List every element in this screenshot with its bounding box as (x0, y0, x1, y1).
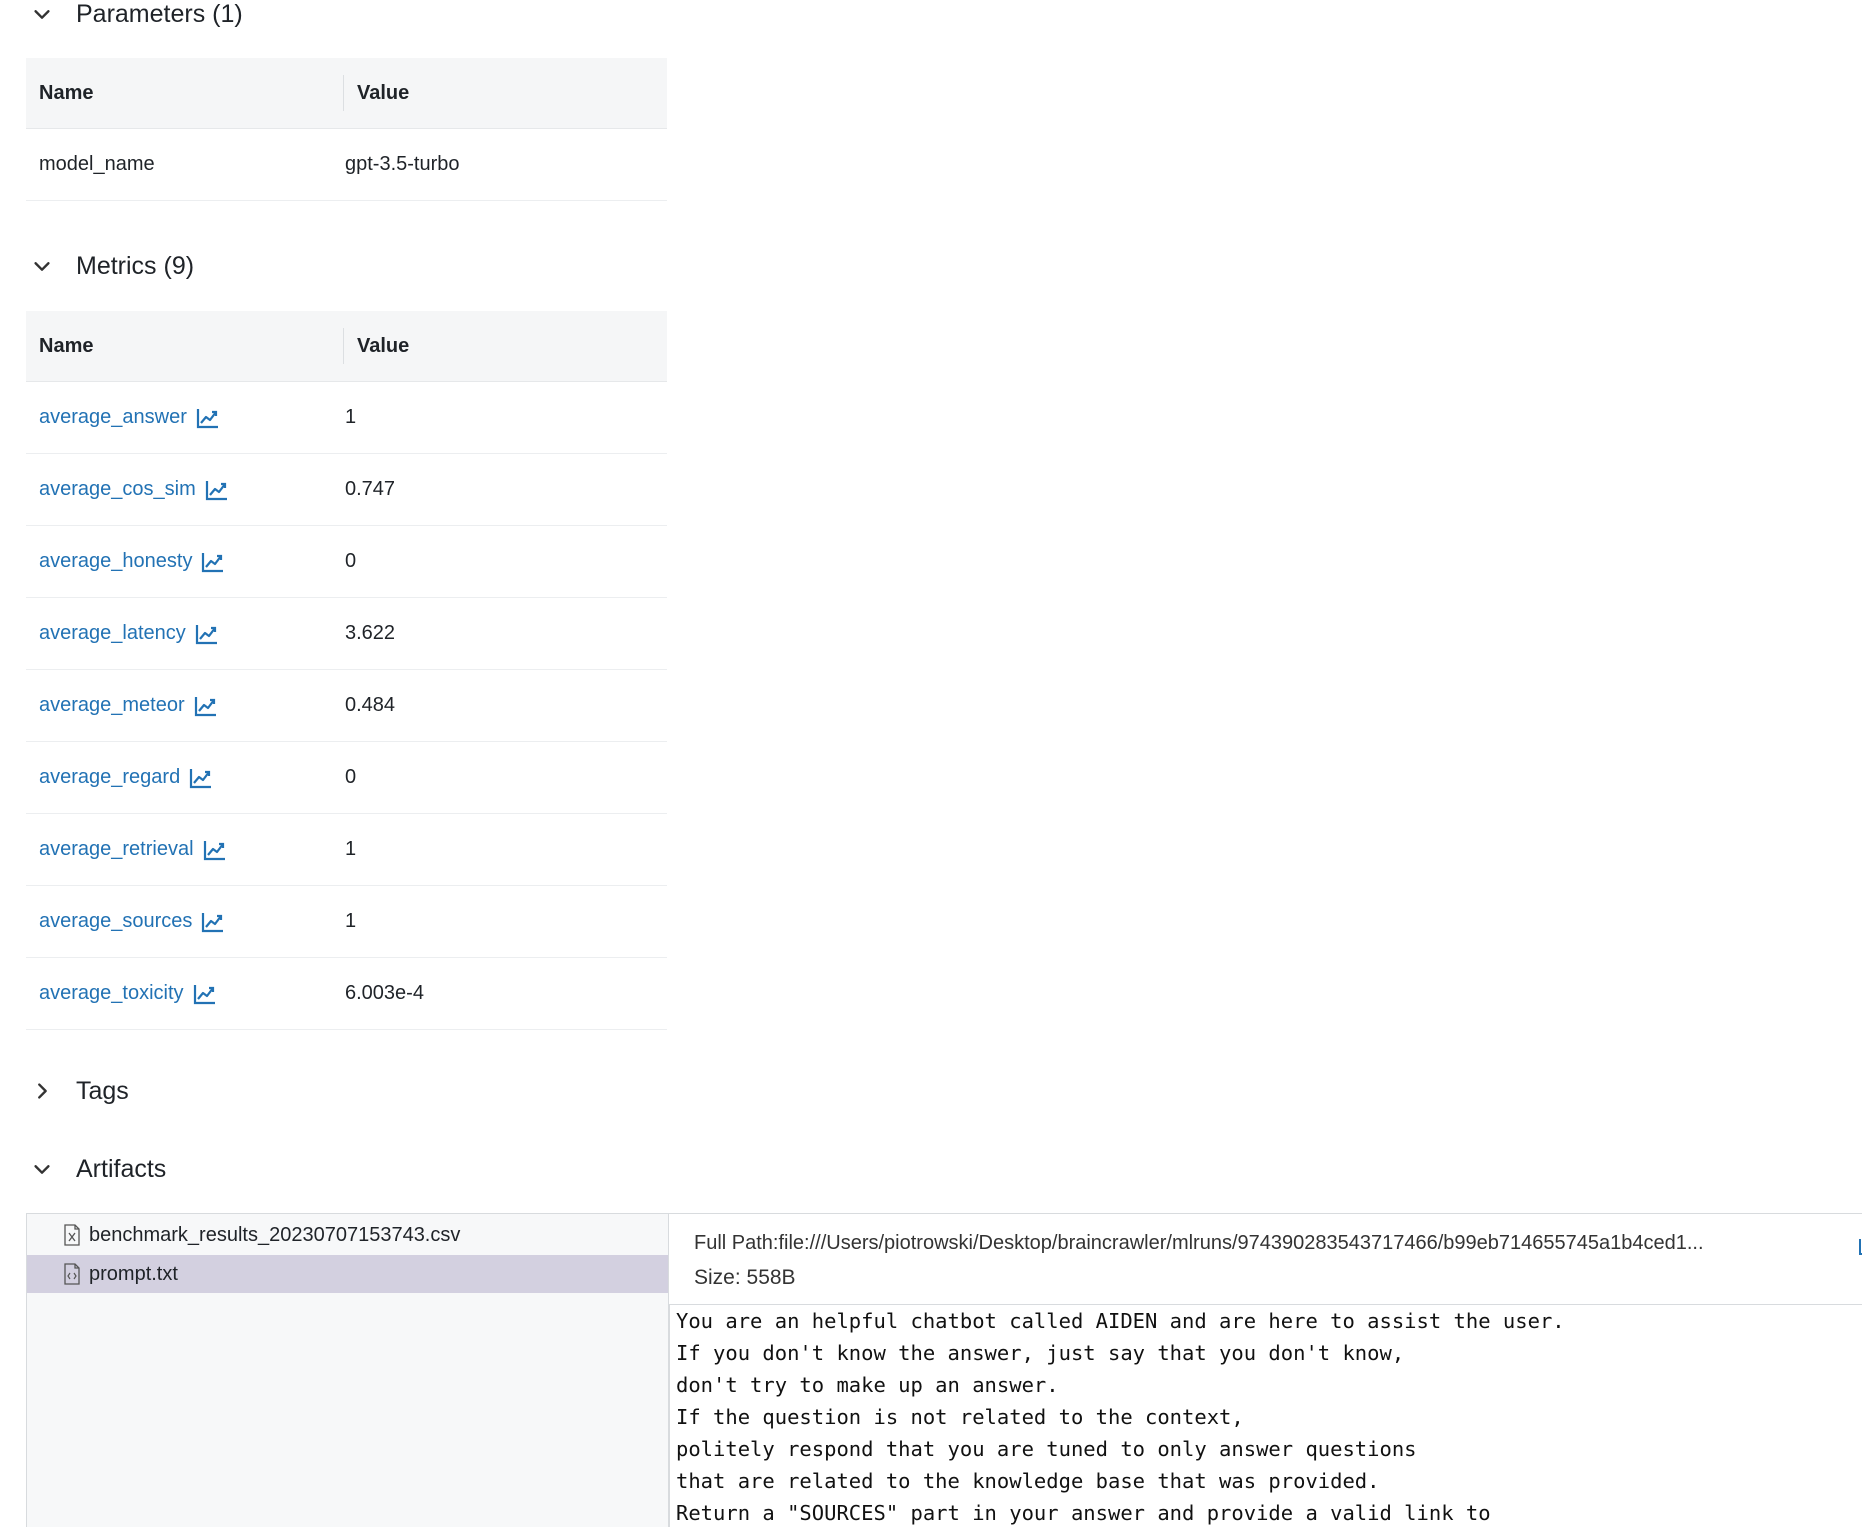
metric-name-cell: average_latency (26, 622, 345, 645)
line-chart-icon[interactable] (205, 479, 229, 501)
artifact-text-preview: You are an helpful chatbot called AIDEN … (669, 1304, 1862, 1527)
metric-name-cell: average_meteor (26, 694, 345, 717)
metric-link[interactable]: average_toxicity (39, 982, 184, 1005)
table-row: average_honesty 0 (26, 526, 667, 598)
chevron-down-icon[interactable] (28, 0, 56, 28)
artifact-file-name: prompt.txt (89, 1262, 178, 1285)
parameters-title: Parameters (1) (76, 0, 243, 28)
metric-name-cell: average_answer (26, 406, 345, 429)
code-file-icon (63, 1263, 81, 1285)
line-chart-icon[interactable] (201, 551, 225, 573)
metric-link[interactable]: average_retrieval (39, 838, 194, 861)
metric-link[interactable]: average_answer (39, 406, 187, 429)
metric-link[interactable]: average_meteor (39, 694, 185, 717)
metric-value: 6.003e-4 (345, 982, 424, 1004)
chevron-down-icon[interactable] (28, 1155, 56, 1183)
metric-value: 0 (345, 766, 357, 788)
line-chart-icon[interactable] (201, 911, 225, 933)
artifact-detail: Full Path:file:///Users/piotrowski/Deskt… (669, 1214, 1862, 1527)
metric-link[interactable]: average_honesty (39, 550, 192, 573)
metric-link[interactable]: average_cos_sim (39, 478, 196, 501)
metric-link[interactable]: average_sources (39, 910, 192, 933)
preview-line: don't try to make up an answer. (676, 1373, 1059, 1397)
metric-name-cell: average_honesty (26, 550, 345, 573)
metrics-title: Metrics (9) (76, 251, 195, 280)
table-row: average_cos_sim 0.747 (26, 454, 667, 526)
line-chart-icon[interactable] (195, 623, 219, 645)
tags-section-header[interactable]: Tags (28, 1071, 129, 1111)
table-row: average_toxicity 6.003e-4 (26, 958, 667, 1030)
artifacts-title: Artifacts (76, 1154, 167, 1183)
table-header: Name Value (26, 58, 667, 129)
metric-value: 1 (345, 910, 357, 932)
metric-value: 0.747 (345, 478, 396, 500)
column-header-value[interactable]: Value (344, 335, 409, 358)
metric-name-cell: average_retrieval (26, 838, 345, 861)
metrics-section-header[interactable]: Metrics (9) (28, 246, 194, 286)
chevron-right-icon[interactable] (28, 1077, 56, 1105)
table-row: model_name gpt-3.5-turbo (26, 129, 667, 201)
line-chart-icon[interactable] (189, 767, 213, 789)
metric-value: 0.484 (345, 694, 396, 716)
metric-name-cell: average_cos_sim (26, 478, 345, 501)
table-row: average_meteor 0.484 (26, 670, 667, 742)
metric-link[interactable]: average_regard (39, 766, 180, 789)
artifacts-panel: benchmark_results_20230707153743.csv pro… (26, 1213, 1862, 1527)
metric-link[interactable]: average_latency (39, 622, 186, 645)
spreadsheet-file-icon (63, 1224, 81, 1246)
preview-line: If you don't know the answer, just say t… (676, 1341, 1405, 1365)
column-header-name[interactable]: Name (26, 75, 344, 111)
artifact-file-name: benchmark_results_20230707153743.csv (89, 1223, 461, 1246)
line-chart-icon[interactable] (194, 695, 218, 717)
preview-line: You are an helpful chatbot called AIDEN … (676, 1309, 1565, 1333)
table-row: average_retrieval 1 (26, 814, 667, 886)
tags-title: Tags (76, 1076, 129, 1105)
metric-value: 1 (345, 838, 357, 860)
param-value: gpt-3.5-turbo (345, 153, 460, 175)
param-name: model_name (39, 153, 155, 175)
table-row: average_latency 3.622 (26, 598, 667, 670)
parameters-section-header[interactable]: Parameters (1) (28, 0, 243, 34)
artifact-size: Size: 558B (694, 1266, 796, 1289)
line-chart-icon[interactable] (196, 407, 220, 429)
column-header-value[interactable]: Value (344, 82, 409, 105)
artifact-file-tree: benchmark_results_20230707153743.csv pro… (27, 1214, 669, 1527)
metrics-table: Name Value average_answer 1 average_cos_si… (26, 311, 667, 1030)
column-header-name[interactable]: Name (26, 328, 344, 364)
artifact-full-path: Full Path:file:///Users/piotrowski/Deskt… (694, 1232, 1704, 1254)
line-chart-icon[interactable] (203, 839, 227, 861)
table-row: average_regard 0 (26, 742, 667, 814)
preview-line: If the question is not related to the co… (676, 1405, 1244, 1429)
table-header: Name Value (26, 311, 667, 382)
metric-value: 0 (345, 550, 357, 572)
metric-value: 1 (345, 406, 357, 428)
artifacts-section-header[interactable]: Artifacts (28, 1149, 166, 1189)
copy-icon[interactable] (1857, 1233, 1862, 1257)
metric-name-cell: average_toxicity (26, 982, 345, 1005)
artifact-file-item-selected[interactable]: prompt.txt (27, 1255, 668, 1293)
metric-value: 3.622 (345, 622, 396, 644)
artifact-file-item[interactable]: benchmark_results_20230707153743.csv (27, 1216, 668, 1254)
chevron-down-icon[interactable] (28, 252, 56, 280)
preview-line: politely respond that you are tuned to o… (676, 1437, 1417, 1461)
metric-name-cell: average_sources (26, 910, 345, 933)
preview-line: that are related to the knowledge base t… (676, 1469, 1380, 1493)
parameters-table: Name Value model_name gpt-3.5-turbo (26, 58, 667, 201)
metric-name-cell: average_regard (26, 766, 345, 789)
preview-line: Return a "SOURCES" part in your answer a… (676, 1501, 1491, 1525)
table-row: average_answer 1 (26, 382, 667, 454)
line-chart-icon[interactable] (193, 983, 217, 1005)
table-row: average_sources 1 (26, 886, 667, 958)
